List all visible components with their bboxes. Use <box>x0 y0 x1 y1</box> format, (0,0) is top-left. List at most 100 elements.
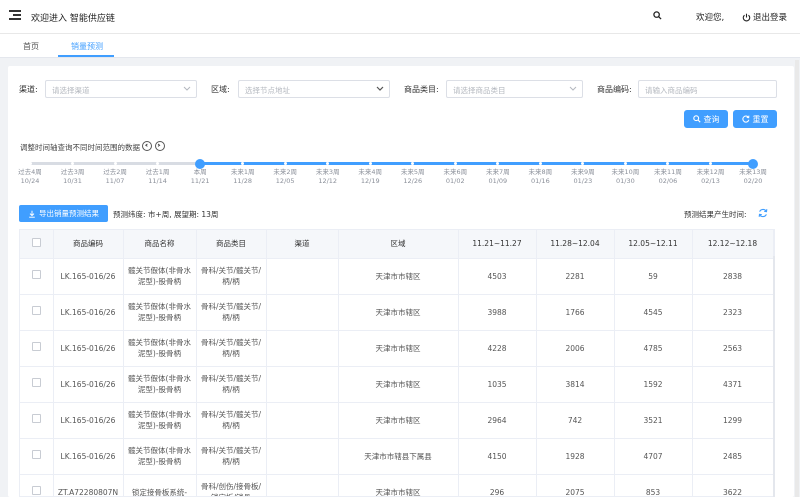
chevron-right-icon <box>157 143 161 147</box>
category-select[interactable]: 请选择商品类目 <box>446 80 583 98</box>
name-cell: 髋关节假体(非骨水泥型)-股骨柄 <box>123 438 197 475</box>
timeline-stop[interactable] <box>708 162 712 165</box>
col-header-category: 商品类目 <box>196 230 267 259</box>
row-checkbox[interactable] <box>31 486 41 495</box>
row-select-cell[interactable] <box>20 258 54 295</box>
timeline-week-label: 本周 <box>193 168 207 176</box>
timeline-stop[interactable] <box>283 162 287 165</box>
timeline-end-handle[interactable] <box>748 158 758 169</box>
timeline-label: 过去4周 10/24 <box>10 168 50 186</box>
tab-home[interactable]: 首页 <box>23 41 39 52</box>
week-2-cell: 2006 <box>536 330 615 367</box>
table-row[interactable]: LK.165-016/26 髋关节假体(非骨水泥型)-股骨柄 骨科/关节/髋关节/柄… <box>20 258 774 295</box>
week-3-cell: 4545 <box>614 294 693 331</box>
select-all-checkbox[interactable] <box>31 238 41 248</box>
timeline-stop[interactable] <box>113 162 117 165</box>
code-cell: LK.165-016/26 <box>53 294 124 331</box>
row-checkbox[interactable] <box>31 378 41 387</box>
table-header-row: 商品编码 商品名称 商品类目 渠道 区域 11.21~11.27 11.28~1… <box>20 230 774 259</box>
week-2-cell: 742 <box>536 402 615 439</box>
timeline-next-button[interactable] <box>155 141 165 151</box>
row-checkbox[interactable] <box>31 342 41 351</box>
table-scrollbar[interactable] <box>773 256 775 497</box>
download-icon <box>29 210 35 218</box>
region-cell: 天津市市辖区 <box>338 330 459 367</box>
table-row[interactable]: LK.165-016/26 髋关节假体(非骨水泥型)-股骨柄 骨科/关节/髋关节/柄… <box>20 402 774 439</box>
timeline-label: 本周 11/21 <box>180 168 220 186</box>
table-row[interactable]: LK.165-016/26 髋关节假体(非骨水泥型)-股骨柄 骨科/关节/髋关节/柄… <box>20 294 774 331</box>
select-all-cell[interactable] <box>20 230 54 259</box>
code-cell: ZT.A72280807N <box>53 474 124 496</box>
page-scrollbar[interactable] <box>795 60 799 497</box>
row-checkbox[interactable] <box>31 270 41 279</box>
timeline-slider[interactable]: 过去4周 10/24 过去3周 10/31 过去2周 11/07 过去1周 11/14 本周 11… <box>18 158 770 188</box>
table-row[interactable]: ZT.A72280807N锁定接骨板系统-骨科/创伤/接骨板/锁定板/锁骨 天津市… <box>20 474 774 496</box>
row-select-cell[interactable] <box>20 294 54 331</box>
row-select-cell[interactable] <box>20 330 54 367</box>
timeline-week-label: 过去4周 <box>18 168 42 176</box>
region-cell: 天津市市辖区 <box>338 258 459 295</box>
export-forecast-button[interactable]: 导出销量预测结果 <box>19 205 108 222</box>
region-cell: 天津市市辖区 <box>338 366 459 403</box>
channel-select[interactable]: 请选择渠道 <box>45 80 197 98</box>
timeline-label: 过去3周 10/31 <box>53 168 93 186</box>
query-button[interactable]: 查询 <box>684 110 728 128</box>
row-checkbox[interactable] <box>31 414 41 423</box>
week-4-cell: 1299 <box>692 402 774 439</box>
row-select-cell[interactable] <box>20 438 54 475</box>
row-select-cell[interactable] <box>20 402 54 439</box>
timeline-stop[interactable] <box>71 162 75 165</box>
timeline-stop[interactable] <box>453 162 457 165</box>
timeline-label: 未来7周 01/09 <box>478 168 518 186</box>
category-cell: 骨科/关节/髋关节/柄/柄 <box>196 294 267 331</box>
welcome-text: 欢迎您, <box>696 13 725 23</box>
timeline-prev-button[interactable] <box>142 141 152 151</box>
timeline-stop[interactable] <box>368 162 372 165</box>
week-4-cell: 2838 <box>692 258 774 295</box>
category-cell: 骨科/关节/髋关节/柄/柄 <box>196 366 267 403</box>
name-cell: 髋关节假体(非骨水泥型)-股骨柄 <box>123 402 197 439</box>
timeline-date-label: 01/09 <box>488 177 508 185</box>
col-header-name: 商品名称 <box>123 230 197 259</box>
timeline-label: 未来8周 01/16 <box>520 168 560 186</box>
timeline-date-label: 02/20 <box>743 177 763 185</box>
timeline-label: 未来3周 12/12 <box>308 168 348 186</box>
row-checkbox[interactable] <box>31 306 41 315</box>
row-select-cell[interactable] <box>20 366 54 403</box>
timeline-stop[interactable] <box>538 162 542 165</box>
timeline-label: 未来12周 02/13 <box>690 168 730 186</box>
week-1-cell: 4150 <box>458 438 537 475</box>
table-row[interactable]: LK.165-016/26 髋关节假体(非骨水泥型)-股骨柄 骨科/关节/髋关节/柄… <box>20 366 774 403</box>
table-row[interactable]: LK.165-016/26 髋关节假体(非骨水泥型)-股骨柄 骨科/关节/髋关节/柄… <box>20 438 774 475</box>
region-cell: 天津市市辖区 <box>338 474 459 496</box>
timeline-week-label: 未来5周 <box>400 168 425 176</box>
tab-sales-forecast[interactable]: 销量预测 <box>71 41 103 52</box>
table-row[interactable]: LK.165-016/26 髋关节假体(非骨水泥型)-股骨柄 骨科/关节/髋关节/柄… <box>20 330 774 367</box>
region-cell: 天津市市辖区 <box>338 294 459 331</box>
timeline-week-label: 未来6周 <box>443 168 468 176</box>
region-select[interactable]: 选择节点地址 <box>238 80 390 98</box>
timeline-label: 未来4周 12/19 <box>350 168 390 186</box>
forecast-table: 商品编码 商品名称 商品类目 渠道 区域 11.21~11.27 11.28~1… <box>19 229 775 497</box>
menu-toggle-icon[interactable] <box>9 9 21 21</box>
logout-label: 退出登录 <box>753 13 788 23</box>
week-3-cell: 3521 <box>614 402 693 439</box>
timeline-start-handle[interactable] <box>195 158 206 169</box>
week-3-cell: 4707 <box>614 438 693 475</box>
reset-button[interactable]: 重置 <box>733 110 777 128</box>
reset-label: 重置 <box>752 114 769 124</box>
row-select-cell[interactable] <box>20 474 54 496</box>
timeline-stop[interactable] <box>623 162 627 165</box>
app-title: 欢迎进入 智能供应链 <box>31 14 115 24</box>
week-1-cell: 4228 <box>458 330 537 367</box>
week-4-cell: 2563 <box>692 330 774 367</box>
timeline-stop[interactable] <box>28 162 32 165</box>
timeline-label: 未来11周 02/06 <box>648 168 688 186</box>
refresh-icon[interactable] <box>758 208 768 218</box>
code-cell: LK.165-016/26 <box>53 258 124 295</box>
row-checkbox[interactable] <box>31 450 41 459</box>
search-icon[interactable] <box>653 11 662 20</box>
product-code-input[interactable]: 请输入商品编码 <box>638 80 777 98</box>
timeline-date-label: 12/12 <box>318 177 338 185</box>
logout-button[interactable]: 退出登录 <box>742 11 787 23</box>
